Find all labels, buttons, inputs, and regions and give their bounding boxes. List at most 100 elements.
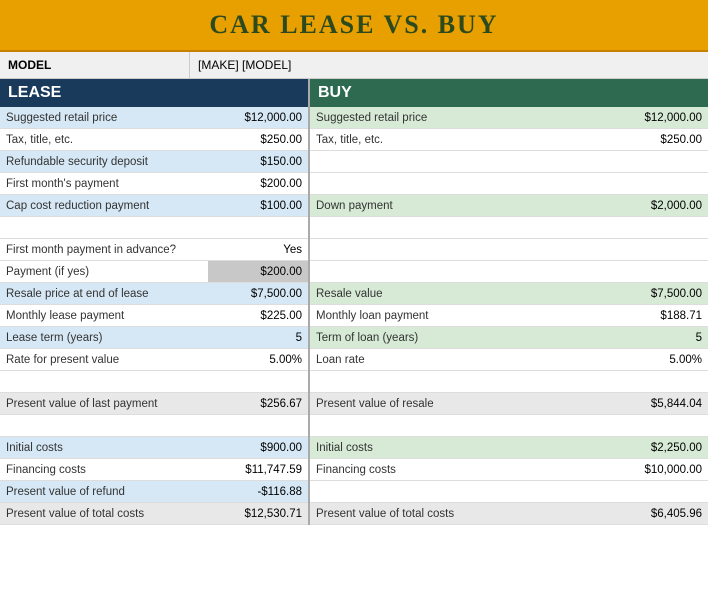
lease-row-label: Resale price at end of lease	[0, 283, 208, 304]
buy-row-value: $250.00	[603, 129, 708, 150]
lease-row: Financing costs$11,747.59	[0, 459, 308, 481]
lease-section: LEASE Suggested retail price$12,000.00Ta…	[0, 79, 310, 525]
buy-row: Term of loan (years)5	[310, 327, 708, 349]
buy-row	[310, 217, 708, 239]
title-bar: CAR LEASE VS. BUY	[0, 0, 708, 52]
buy-row-value: 5.00%	[603, 349, 708, 370]
buy-row-label: Term of loan (years)	[310, 327, 603, 348]
lease-row: Cap cost reduction payment$100.00	[0, 195, 308, 217]
lease-row: Monthly lease payment$225.00	[0, 305, 308, 327]
lease-row	[0, 415, 308, 437]
buy-row-label: Present value of resale	[310, 393, 603, 414]
lease-rows: Suggested retail price$12,000.00Tax, tit…	[0, 107, 308, 525]
buy-header: BUY	[310, 79, 708, 107]
lease-row: First month payment in advance?Yes	[0, 239, 308, 261]
lease-row: Tax, title, etc.$250.00	[0, 129, 308, 151]
buy-row-value: $2,250.00	[603, 437, 708, 458]
buy-row-label: Monthly loan payment	[310, 305, 603, 326]
buy-row: Present value of total costs$6,405.96	[310, 503, 708, 525]
buy-row-value: $5,844.04	[603, 393, 708, 414]
buy-row	[310, 481, 708, 503]
buy-row-value: $7,500.00	[603, 283, 708, 304]
lease-row-label: Initial costs	[0, 437, 208, 458]
lease-row-value: $900.00	[208, 437, 308, 458]
lease-row-value: $225.00	[208, 305, 308, 326]
model-label: MODEL	[0, 52, 190, 78]
lease-row-value: -$116.88	[208, 481, 308, 502]
lease-row-label: Financing costs	[0, 459, 208, 480]
buy-row-label: Loan rate	[310, 349, 603, 370]
lease-row-value: $11,747.59	[208, 459, 308, 480]
lease-row-label: Cap cost reduction payment	[0, 195, 208, 216]
lease-row-label: Monthly lease payment	[0, 305, 208, 326]
buy-row	[310, 371, 708, 393]
buy-row-value: $6,405.96	[603, 503, 708, 524]
lease-row-label: Present value of refund	[0, 481, 208, 502]
buy-rows: Suggested retail price$12,000.00Tax, tit…	[310, 107, 708, 525]
lease-row-label: Payment (if yes)	[0, 261, 208, 282]
lease-row-label: Present value of last payment	[0, 393, 208, 414]
lease-row-value: $150.00	[208, 151, 308, 172]
buy-row-label: Resale value	[310, 283, 603, 304]
lease-row-value: 5.00%	[208, 349, 308, 370]
lease-row-value: $200.00	[208, 173, 308, 194]
lease-row-label: Refundable security deposit	[0, 151, 208, 172]
buy-row-value: $10,000.00	[603, 459, 708, 480]
lease-row: Resale price at end of lease$7,500.00	[0, 283, 308, 305]
buy-row: Present value of resale$5,844.04	[310, 393, 708, 415]
lease-row: Refundable security deposit$150.00	[0, 151, 308, 173]
buy-row-label: Down payment	[310, 195, 603, 216]
buy-row: Monthly loan payment$188.71	[310, 305, 708, 327]
lease-row-value: $12,530.71	[208, 503, 308, 524]
lease-row: First month's payment$200.00	[0, 173, 308, 195]
buy-row-value: $188.71	[603, 305, 708, 326]
buy-row: Financing costs$10,000.00	[310, 459, 708, 481]
buy-row-value: $2,000.00	[603, 195, 708, 216]
lease-row: Initial costs$900.00	[0, 437, 308, 459]
lease-row-value: $250.00	[208, 129, 308, 150]
buy-row	[310, 151, 708, 173]
buy-row-label: Tax, title, etc.	[310, 129, 603, 150]
lease-row: Lease term (years)5	[0, 327, 308, 349]
lease-row: Present value of refund-$116.88	[0, 481, 308, 503]
buy-row: Down payment$2,000.00	[310, 195, 708, 217]
lease-row	[0, 217, 308, 239]
buy-row	[310, 415, 708, 437]
lease-row: Present value of total costs$12,530.71	[0, 503, 308, 525]
buy-row-label: Suggested retail price	[310, 107, 603, 128]
buy-row: Tax, title, etc.$250.00	[310, 129, 708, 151]
buy-row: Loan rate5.00%	[310, 349, 708, 371]
lease-header: LEASE	[0, 79, 308, 107]
buy-row	[310, 261, 708, 283]
lease-row-value: $256.67	[208, 393, 308, 414]
buy-row-label: Initial costs	[310, 437, 603, 458]
lease-row: Present value of last payment$256.67	[0, 393, 308, 415]
lease-row-label: Tax, title, etc.	[0, 129, 208, 150]
lease-row-value: $100.00	[208, 195, 308, 216]
lease-row-value: 5	[208, 327, 308, 348]
lease-row: Payment (if yes)$200.00	[0, 261, 308, 283]
buy-row: Resale value$7,500.00	[310, 283, 708, 305]
lease-row-value: $200.00	[208, 261, 308, 282]
buy-row: Suggested retail price$12,000.00	[310, 107, 708, 129]
buy-row: Initial costs$2,250.00	[310, 437, 708, 459]
buy-row-label: Financing costs	[310, 459, 603, 480]
buy-section: BUY Suggested retail price$12,000.00Tax,…	[310, 79, 708, 525]
lease-row-label: Present value of total costs	[0, 503, 208, 524]
lease-row-value: Yes	[208, 239, 308, 260]
buy-row-value: 5	[603, 327, 708, 348]
lease-row-value: $12,000.00	[208, 107, 308, 128]
lease-row: Rate for present value5.00%	[0, 349, 308, 371]
lease-row-label: Rate for present value	[0, 349, 208, 370]
model-value: [MAKE] [MODEL]	[190, 52, 708, 78]
buy-row	[310, 239, 708, 261]
lease-row-label: Suggested retail price	[0, 107, 208, 128]
buy-row	[310, 173, 708, 195]
model-row: MODEL [MAKE] [MODEL]	[0, 52, 708, 79]
lease-row	[0, 371, 308, 393]
buy-row-label: Present value of total costs	[310, 503, 603, 524]
lease-row: Suggested retail price$12,000.00	[0, 107, 308, 129]
lease-row-value: $7,500.00	[208, 283, 308, 304]
lease-row-label: First month's payment	[0, 173, 208, 194]
buy-row-value: $12,000.00	[603, 107, 708, 128]
